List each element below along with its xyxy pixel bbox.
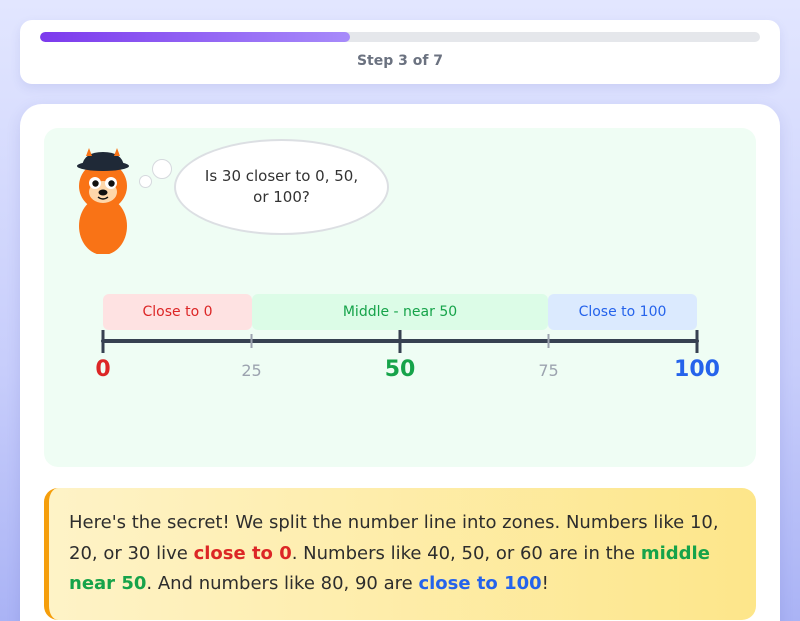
progress-card: Step 3 of 7 [20,20,780,84]
thought-dot-large [152,159,172,179]
tick-label-75: 75 [538,361,558,380]
highlight-close-to-100: close to 100 [418,573,542,594]
fox-mascot-icon [77,148,129,254]
tick-label-25: 25 [241,361,261,380]
explanation-text: . And numbers like 80, 90 are [146,573,419,594]
thought-bubble: Is 30 closer to 0, 50, or 100? [174,139,389,235]
explanation-text: . Numbers like 40, 50, or 60 are in the [291,542,641,564]
thought-dot-small [139,175,152,188]
step-indicator: Step 3 of 7 [356,53,444,69]
tick-label-50: 50 [385,357,416,382]
lesson-card: Is 30 closer to 0, 50, or 100? Close to … [20,104,780,621]
thought-text: Is 30 closer to 0, 50, or 100? [204,167,359,206]
tick-label-0: 0 [95,357,110,382]
zone-label: Middle - near 50 [342,304,458,320]
tick-label-100: 100 [674,357,720,382]
progress-bar [40,32,760,42]
highlight-close-to-0: close to 0 [193,542,292,564]
number-line-scene: Is 30 closer to 0, 50, or 100? Close to … [44,128,756,467]
zone-label: Close to 0 [142,304,213,320]
explanation-text: ! [541,573,549,594]
zone-label: Close to 100 [578,304,667,320]
explanation-box: Here's the secret! We split the number l… [44,488,756,620]
progress-fill [40,32,350,42]
number-line: 0 25 50 75 100 [95,330,720,382]
